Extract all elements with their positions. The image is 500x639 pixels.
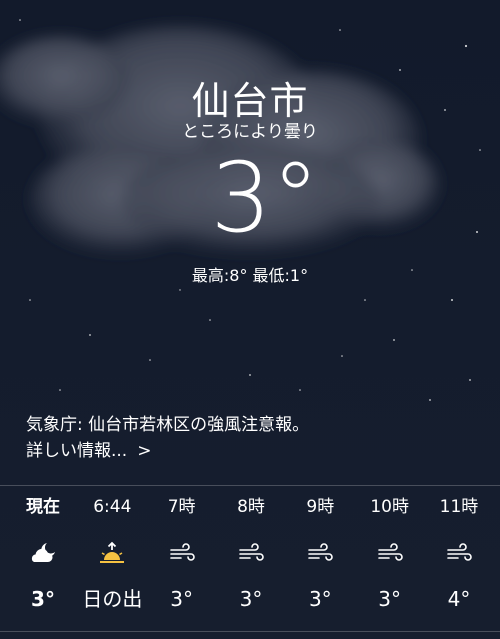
hour-label: 現在 [26,497,60,517]
hourly-forecast[interactable]: 現在 3° 6:44 日の出 7時 3° 8時 3° 9時 3° 10時 3° … [0,487,500,627]
chevron-right-icon: > [137,441,152,461]
hourly-item: 11時 4° [426,487,492,627]
hour-label: 11時 [439,497,479,517]
divider-bottom [0,631,500,632]
weather-alert[interactable]: 気象庁: 仙台市若林区の強風注意報。 詳しい情報... > [26,412,309,464]
current-temperature: 3° [210,142,320,254]
hour-temperature: 日の出 [82,587,143,611]
hour-temperature: 3° [170,587,194,611]
hour-label: 7時 [167,497,196,517]
weather-condition: ところにより曇り [182,122,318,142]
wind-icon [237,527,265,579]
alert-text: 気象庁: 仙台市若林区の強風注意報。 [26,415,310,435]
hour-temperature: 3° [239,587,263,611]
hourly-item: 9時 3° [287,487,353,627]
hour-label: 6:44 [93,497,132,517]
hourly-item: 7時 3° [149,487,215,627]
high-low-temperature: 最高:8° 最低:1° [191,266,309,285]
wind-icon [168,527,196,579]
divider-top [0,485,500,486]
hour-temperature: 3° [378,587,401,611]
alert-more-label: 詳しい情報... [26,441,128,461]
hourly-item: 8時 3° [218,487,284,627]
sunrise-icon [97,527,127,579]
hour-temperature: 3° [31,587,55,611]
hourly-item: 現在 3° [10,487,76,627]
hour-label: 9時 [306,497,335,517]
wind-icon [445,527,473,579]
hourly-item: 6:44 日の出 [79,487,145,627]
partly-cloudy-night-icon [28,527,58,579]
wind-icon [376,527,404,579]
hour-temperature: 4° [447,587,471,611]
hour-temperature: 3° [308,587,332,611]
hour-label: 10時 [370,497,409,517]
hour-label: 8時 [237,497,265,517]
weather-screen: 仙台市 ところにより曇り 3° 最高:8° 最低:1° 気象庁: 仙台市若林区の… [0,0,500,639]
wind-icon [306,527,334,579]
hourly-item: 10時 3° [357,487,423,627]
alert-more-link[interactable]: 詳しい情報... > [26,438,309,464]
